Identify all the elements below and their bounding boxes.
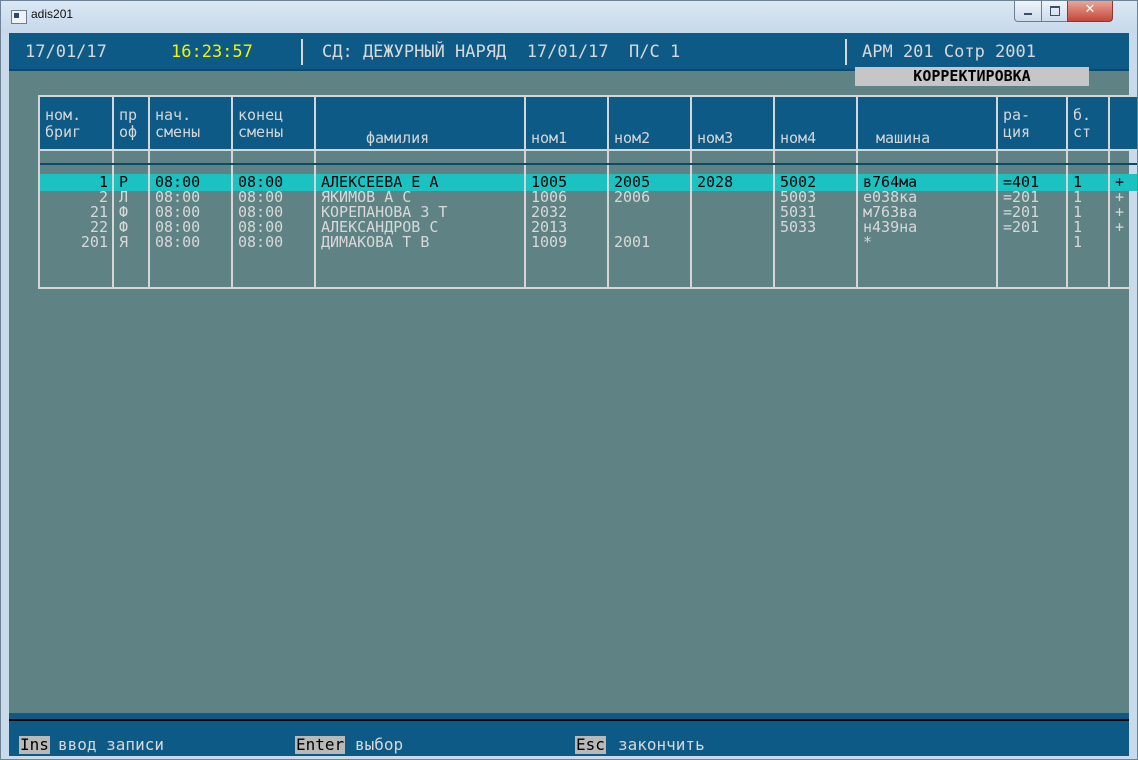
column-divider [1066,97,1068,287]
column-header-radio: ция [1003,123,1031,141]
window-title: adis201 [31,7,74,21]
table-header [40,97,1137,149]
esc-key[interactable]: Esc [575,736,606,754]
cell-n2: 2001 [614,233,651,251]
close-icon: ✕ [1084,2,1096,17]
column-divider [231,97,233,287]
console-screen: 17/01/17 16:23:57 СД: ДЕЖУРНЫЙ НАРЯД 17/… [9,33,1137,756]
status-header: 17/01/17 16:23:57 СД: ДЕЖУРНЫЙ НАРЯД 17/… [9,33,1129,69]
cell-n1: 1009 [531,233,568,251]
header-date: 17/01/17 [25,42,107,62]
cell-prof: Я [119,233,129,251]
column-divider [148,97,150,287]
cell-end: 08:00 [238,233,284,251]
column-divider [607,97,609,287]
cell-brig: 201 [80,233,108,251]
column-header-prof: пр [119,106,138,124]
enter-key[interactable]: Enter [295,736,346,754]
mode-indicator: КОРРЕКТИРОВКА [855,67,1089,86]
column-divider [996,97,998,287]
column-divider [112,97,114,287]
minimize-button[interactable] [1014,1,1042,22]
application-window: adis201 ✕ 17/01/17 16:23:57 СД: ДЕЖУРНЫЙ… [0,0,1138,760]
maximize-button[interactable] [1041,1,1068,22]
column-divider [314,97,316,287]
header-shadow-line [40,163,1137,165]
column-header-bst: б. [1073,106,1092,124]
column-header-start: нач. [155,106,192,124]
column-divider [1108,97,1110,287]
cell-car: * [863,233,873,251]
column-header-n1: ном1 [531,129,568,147]
column-header-start: смены [155,123,201,141]
column-header-radio: ра- [1003,106,1031,124]
column-header-bst: ст [1073,123,1092,141]
column-header-n4: ном4 [780,129,817,147]
ins-key-label: ввод записи [58,735,164,754]
app-icon[interactable] [11,10,27,24]
column-header-name: фамилия [366,129,430,147]
header-time: 16:23:57 [171,42,253,62]
cell-name: ДИМАКОВА Т В [321,233,430,251]
header-divider [301,39,303,65]
table-row[interactable]: 201 Я 08:00 08:00 ДИМАКОВА Т В 1009 2001 * 1 [40,234,1137,251]
cell-start: 08:00 [155,233,201,251]
column-header-prof: оф [119,123,138,141]
title-bar[interactable]: adis201 ✕ [1,1,1137,33]
header-divider [845,39,847,65]
column-header-n3: ном3 [697,129,734,147]
ins-key[interactable]: Ins [19,736,50,754]
column-divider [773,97,775,287]
column-header-brig: ном. [45,106,82,124]
header-workstation: АРМ 201 Сотр 2001 [862,42,1036,62]
column-header-end: смены [238,123,284,141]
column-header-n2: ном2 [614,129,651,147]
column-header-car: машина [876,129,931,147]
close-button[interactable]: ✕ [1067,1,1113,22]
enter-key-label: выбор [355,735,404,754]
column-divider [856,97,858,287]
footer-divider [9,719,1129,721]
column-header-end: конец [238,106,284,124]
column-divider [690,97,692,287]
header-center-text: СД: ДЕЖУРНЫЙ НАРЯД 17/01/17 П/С 1 [322,42,681,62]
duty-table: ном. бриг пр оф нач. смены конец смены фамилия но… [38,95,1137,289]
esc-key-label: закончить [618,735,705,754]
cell-bst: 1 [1073,233,1083,251]
column-header-brig: бриг [45,123,82,141]
column-divider [524,97,526,287]
header-divider-line [40,149,1137,151]
